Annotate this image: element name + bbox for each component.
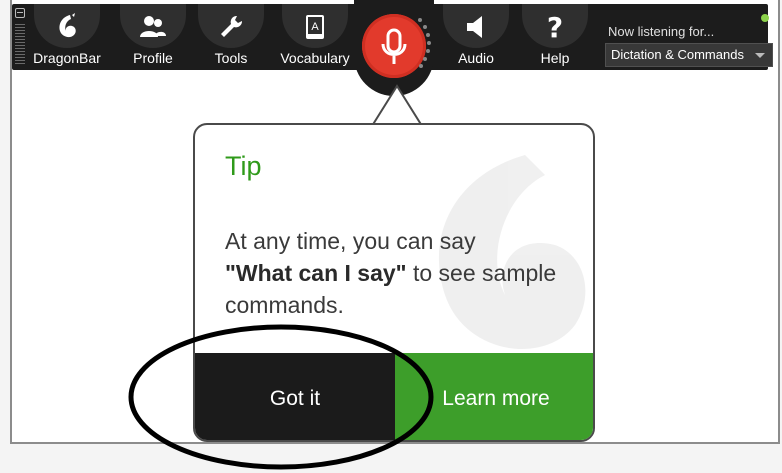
toolbar-item-help[interactable]: ? Help	[522, 4, 588, 68]
svg-text:A: A	[311, 21, 319, 33]
speaker-icon	[461, 12, 491, 42]
toolbar-item-audio[interactable]: Audio	[443, 4, 509, 68]
microphone-icon	[381, 28, 407, 64]
vocabulary-icon: A	[300, 12, 330, 42]
mode-value: Dictation & Commands	[611, 47, 744, 62]
microphone-button[interactable]	[362, 14, 426, 78]
wrench-icon	[216, 12, 246, 42]
toolbar-item-tools[interactable]: Tools	[198, 4, 264, 68]
collapse-button[interactable]	[15, 8, 25, 18]
tip-body: At any time, you can say "What can I say…	[225, 225, 565, 321]
dragon-logo-icon	[52, 12, 82, 42]
toolbar-label: Help	[540, 50, 570, 66]
toolbar-label: Tools	[214, 50, 248, 66]
toolbar-label: DragonBar	[33, 50, 101, 66]
profile-icon	[138, 12, 168, 42]
drag-handle[interactable]	[15, 24, 25, 66]
toolbar-label: Audio	[458, 50, 494, 66]
learn-more-button[interactable]: Learn more	[395, 353, 593, 440]
toolbar-label: Vocabulary	[280, 50, 350, 66]
tip-popup: Tip At any time, you can say "What can I…	[193, 123, 595, 442]
toolbar-item-dragonbar[interactable]: DragonBar	[30, 4, 104, 68]
got-it-button[interactable]: Got it	[195, 353, 395, 440]
tip-body-command: "What can I say"	[225, 260, 407, 286]
toolbar-item-vocabulary[interactable]: A Vocabulary	[278, 4, 352, 68]
mode-dropdown[interactable]: Dictation & Commands	[605, 43, 773, 67]
toolbar-item-profile[interactable]: Profile	[120, 4, 186, 68]
help-icon: ?	[540, 12, 570, 42]
listening-label: Now listening for...	[608, 24, 715, 39]
tip-body-text: At any time, you can say	[225, 228, 476, 254]
tip-pointer	[372, 84, 422, 126]
status-indicator	[761, 14, 769, 22]
svg-text:?: ?	[547, 13, 563, 41]
chevron-down-icon	[755, 53, 765, 58]
toolbar-label: Profile	[133, 50, 173, 66]
tip-title: Tip	[225, 151, 262, 181]
